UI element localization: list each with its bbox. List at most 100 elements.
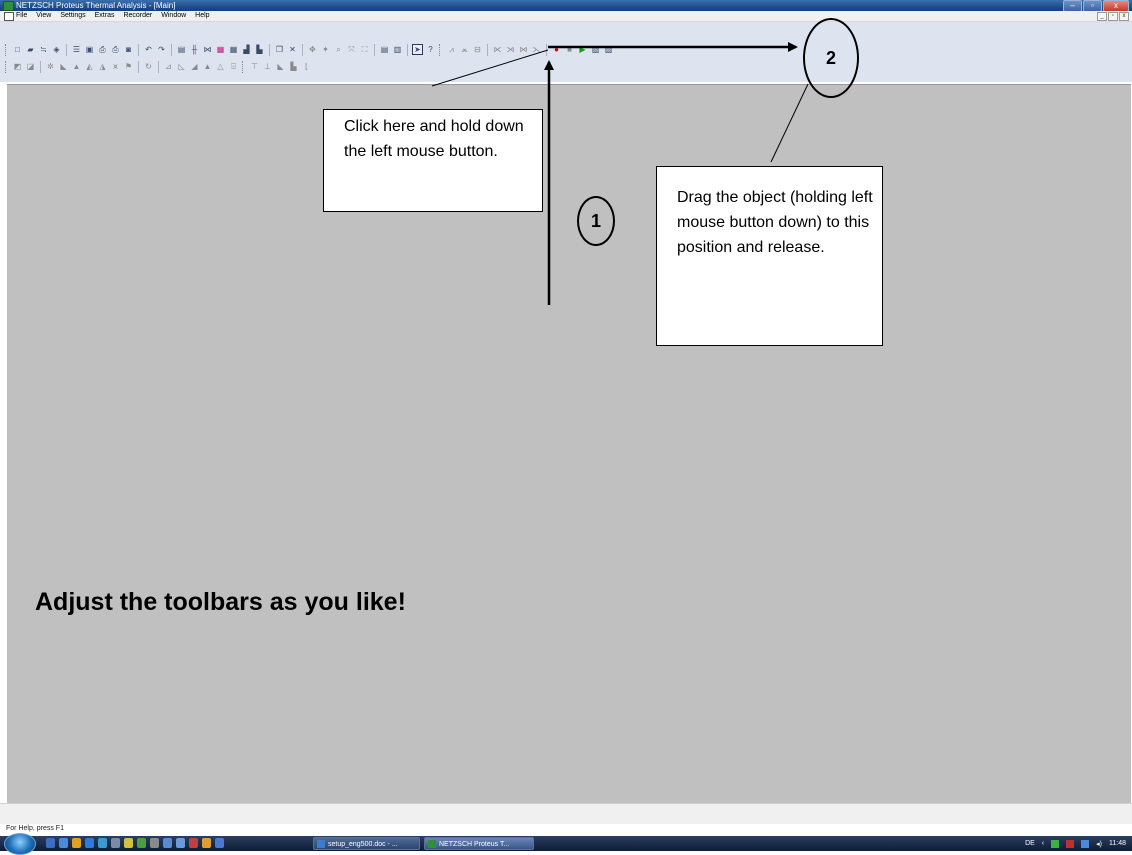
shape-icon[interactable]: ⩙ [110,61,121,72]
delete-icon[interactable]: ✕ [287,44,298,55]
step-icon[interactable]: ⋊ [505,44,516,55]
new-icon[interactable]: □ [12,44,23,55]
desktop-icon[interactable] [46,838,55,848]
undo-icon[interactable]: ↶ [143,44,154,55]
grid-icon[interactable]: ▦ [228,44,239,55]
toolbar-grip[interactable] [242,60,245,73]
refresh-icon[interactable]: ↻ [143,61,154,72]
tag-icon[interactable]: ◈ [51,44,62,55]
help-pointer-icon[interactable]: ? [425,44,436,55]
peak-icon[interactable]: ⩘ [446,44,457,55]
browser-icon[interactable] [72,838,81,848]
toolbar-grip-drag-handle[interactable] [439,43,442,56]
mdi-restore-button[interactable]: ▫ [1108,12,1118,21]
taskbar-button-word[interactable]: setup_eng500.doc - ... [313,837,420,850]
ie-icon[interactable] [85,838,94,848]
mdi-minimize-button[interactable]: _ [1097,12,1107,21]
flag-icon[interactable]: ⚑ [123,61,134,72]
language-indicator[interactable]: DE [1025,840,1035,847]
level2-icon[interactable]: ▙ [288,61,299,72]
calc-icon[interactable] [150,838,159,848]
table-icon[interactable]: ▦ [215,44,226,55]
triangle-icon[interactable]: ▲ [202,61,213,72]
setup-icon[interactable]: ▨ [603,44,614,55]
media-icon[interactable] [189,838,198,848]
tool-icon[interactable] [137,838,146,848]
triangle2-icon[interactable]: △ [215,61,226,72]
record-icon[interactable]: ● [551,44,562,55]
menu-settings[interactable]: Settings [60,11,85,21]
report-icon[interactable]: ▧ [590,44,601,55]
gear-icon[interactable]: ✲ [45,61,56,72]
doc-icon[interactable] [111,838,120,848]
curve-a-icon[interactable]: ◩ [12,61,23,72]
step-curve-icon[interactable]: ◺ [176,61,187,72]
plot-icon[interactable]: ▙ [254,44,265,55]
stop-icon[interactable]: ■ [564,44,575,55]
copy-icon[interactable]: ▤ [379,44,390,55]
axis-icon[interactable]: ╫ [189,44,200,55]
open-icon[interactable]: ▰ [25,44,36,55]
redo-icon[interactable]: ↷ [156,44,167,55]
area-icon[interactable]: ⋈ [518,44,529,55]
paste-icon[interactable]: ▥ [392,44,403,55]
menu-extras[interactable]: Extras [95,11,115,21]
range-icon[interactable]: ⋋ [531,44,542,55]
notes-icon[interactable] [124,838,133,848]
print2-icon[interactable]: ⎙ [110,44,121,55]
ramp-icon[interactable]: ◢ [189,61,200,72]
menu-help[interactable]: Help [195,11,209,21]
baseline-icon[interactable]: ⊟ [472,44,483,55]
menu-file[interactable]: File [16,11,27,21]
tangent2-icon[interactable]: ⊥ [262,61,273,72]
toolbar-grip[interactable] [5,43,8,56]
expand-icon[interactable]: ⛶ [359,44,370,55]
zoom-icon[interactable]: ⌕ [333,44,344,55]
tangent-icon[interactable]: ⊤ [249,61,260,72]
onset-icon[interactable]: ⋉ [492,44,503,55]
toolbar-grip[interactable] [5,60,8,73]
app-icon[interactable] [176,838,185,848]
print-icon[interactable] [215,838,224,848]
mark-icon[interactable]: ⌊ [301,61,312,72]
calc-icon[interactable]: ⌹ [228,61,239,72]
peak-area-icon[interactable]: ▲ [71,61,82,72]
document-icon[interactable] [4,12,14,21]
explorer-icon[interactable] [59,838,68,848]
zoom-out-icon[interactable]: ✦ [320,44,331,55]
preview-icon[interactable]: ▣ [84,44,95,55]
clock[interactable]: 11:48 [1109,840,1126,847]
fit-icon[interactable]: ⤧ [346,44,357,55]
peaks-icon[interactable]: ⩕ [459,44,470,55]
taskbar-button-proteus[interactable]: NETZSCH Proteus T... [424,837,534,850]
level-icon[interactable]: ◣ [275,61,286,72]
play-icon[interactable]: ▶ [577,44,588,55]
list-icon[interactable]: ☰ [71,44,82,55]
alert-icon[interactable] [1066,839,1075,848]
menu-view[interactable]: View [36,11,51,21]
curve-b-icon[interactable]: ◪ [25,61,36,72]
mdi-close-button[interactable]: x [1119,12,1129,21]
peak-right-icon[interactable]: ◮ [97,61,108,72]
start-button[interactable] [4,833,36,855]
monitor-icon[interactable] [163,838,172,848]
peak-left-icon[interactable]: ◭ [84,61,95,72]
bars-icon[interactable]: ▟ [241,44,252,55]
menu-window[interactable]: Window [161,11,186,21]
deriv-icon[interactable]: ⊿ [163,61,174,72]
volume-icon[interactable]: ◂) [1096,840,1102,848]
display-icon[interactable] [1081,839,1090,848]
network-icon[interactable] [1051,839,1060,848]
slope-icon[interactable]: ◣ [58,61,69,72]
zoom-in-icon[interactable]: ✥ [307,44,318,55]
chart-icon[interactable]: ▤ [176,44,187,55]
curve-icon[interactable]: ⋈ [202,44,213,55]
properties-icon[interactable]: ≒ [38,44,49,55]
export-icon[interactable]: ◙ [123,44,134,55]
print-icon[interactable]: ⎙ [97,44,108,55]
chevron-left-icon[interactable]: ‹ [1042,840,1044,847]
window-icon[interactable]: ❐ [274,44,285,55]
menu-recorder[interactable]: Recorder [123,11,152,21]
folder-icon[interactable] [98,838,107,848]
pointer-icon[interactable]: ➤ [412,44,423,55]
